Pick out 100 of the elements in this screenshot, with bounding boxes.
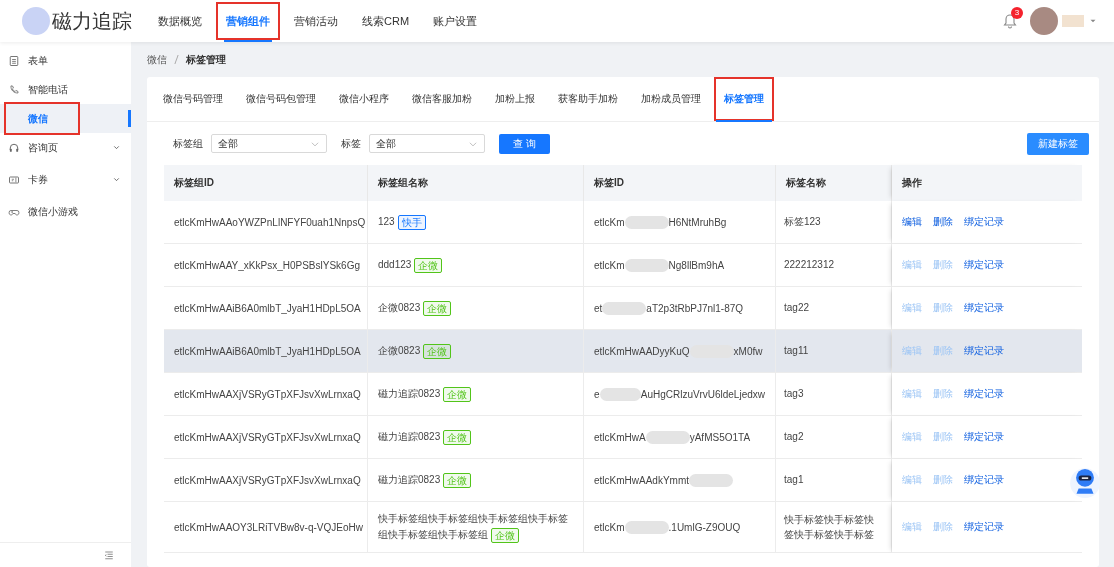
table-cell: etlcKmHwAADyyKuQ	[594, 345, 690, 357]
select-field[interactable]: 全部	[369, 134, 485, 153]
notification-count: 3	[1011, 7, 1023, 19]
user-avatar[interactable]	[1030, 7, 1058, 35]
table-cell-text: 标签123	[784, 215, 821, 230]
table-cell: etlcKm	[594, 216, 625, 228]
table-cell: e	[594, 388, 600, 400]
table-cell: AuHgCRlzuVrvU6ldeLjedxw	[640, 388, 765, 400]
table-cell: etlcKmHwAAXjVSRyGTpXFJsvXwLrnxaQ	[174, 431, 361, 443]
breadcrumb-item[interactable]: 微信	[147, 52, 167, 67]
table-cell: 123 快手	[378, 214, 426, 230]
action-link[interactable]: 绑定记录	[964, 473, 1004, 487]
platform-tag: 企微	[414, 257, 443, 273]
headset-icon	[8, 141, 20, 154]
column-header: 操作	[892, 165, 1082, 201]
tab[interactable]: 加粉上报	[485, 77, 545, 121]
phone-icon	[8, 83, 20, 96]
action-link[interactable]: 绑定记录	[964, 258, 1004, 272]
table-cell: etlcKmHwAAiB6A0mlbT_JyaH1HDpL5OA	[174, 302, 361, 314]
nav-tab[interactable]: 营销活动	[282, 0, 350, 42]
sidebar-group[interactable]: 咨询页	[0, 133, 131, 162]
table-cell: etlcKm	[594, 521, 625, 533]
filter-label: 标签组	[173, 136, 203, 151]
table-cell: H6NtMruhBg	[668, 216, 727, 228]
form-icon	[8, 54, 20, 67]
tab[interactable]: 标签管理	[714, 77, 774, 121]
action-link[interactable]: 绑定记录	[964, 301, 1004, 315]
user-name-placeholder	[1062, 15, 1084, 27]
tab[interactable]: 微信号码管理	[153, 77, 233, 121]
action-link[interactable]: 绑定记录	[964, 430, 1004, 444]
nav-tab[interactable]: 账户设置	[421, 0, 490, 42]
table-cell: etlcKmHwAAoYWZPnLlNFYF0uah1NnpsQ	[174, 216, 366, 228]
platform-tag: 快手	[397, 214, 426, 230]
table-cell: .1UmlG-Z9OUQ	[668, 521, 741, 533]
tab[interactable]: 微信号码包管理	[236, 77, 326, 121]
blurred-text	[689, 473, 733, 487]
nav-tab[interactable]: 数据概览	[146, 0, 214, 42]
column-header: 标签名称	[776, 165, 892, 201]
table-cell: 磁力追踪0823 企微	[378, 429, 472, 445]
action-link[interactable]: 绑定记录	[964, 344, 1004, 358]
table-cell: yAfMS5O1TA	[689, 431, 751, 443]
table-cell: etlcKmHwAAiB6A0mlbT_JyaH1HDpL5OA	[174, 345, 361, 357]
table-cell: ddd123 企微	[378, 257, 443, 273]
table-cell: etlcKmHwAAdkYmmt	[594, 474, 689, 486]
action-link[interactable]: 绑定记录	[964, 520, 1004, 534]
platform-tag: 企微	[443, 386, 472, 402]
collapse-menu-icon[interactable]	[103, 549, 115, 561]
column-header: 标签ID	[584, 165, 776, 201]
table-cell: etlcKmHwAAXjVSRyGTpXFJsvXwLrnxaQ	[174, 474, 361, 486]
table-cell: aT2p3tRbPJ7nl1-87Q	[646, 302, 744, 314]
blurred-text	[624, 215, 669, 229]
nav-tab[interactable]: 营销组件	[214, 0, 282, 42]
table-cell: Ng8llBm9hA	[668, 259, 725, 271]
blurred-text	[645, 430, 690, 444]
tab[interactable]: 微信客服加粉	[402, 77, 482, 121]
table-cell: 磁力追踪0823 企微	[378, 386, 472, 402]
table-cell: 企微0823 企微	[378, 300, 452, 316]
sidebar-item[interactable]: 智能电话	[0, 75, 131, 104]
query-button[interactable]: 查 询	[499, 133, 550, 154]
tab[interactable]: 微信小程序	[329, 77, 399, 121]
logo-placeholder	[22, 7, 50, 35]
blurred-text	[624, 258, 669, 272]
table-cell: etlcKmHwA	[594, 431, 646, 443]
filter-label: 标签	[341, 136, 361, 151]
table-cell-text: tag2	[784, 430, 804, 445]
new-tag-button[interactable]: 新建标签	[1027, 132, 1089, 155]
action-link[interactable]: 绑定记录	[964, 387, 1004, 401]
table-cell-text: tag22	[784, 301, 810, 316]
platform-tag: 企微	[443, 472, 472, 488]
platform-tag: 企微	[423, 300, 452, 316]
platform-tag: 企微	[443, 429, 472, 445]
blurred-text	[602, 301, 647, 315]
sidebar-item[interactable]: 微信	[0, 104, 131, 133]
sidebar-group[interactable]: 卡券	[0, 165, 131, 194]
breadcrumb-item: 标签管理	[186, 52, 226, 67]
notification-bell-icon[interactable]	[1002, 13, 1018, 29]
column-header: 标签组名称	[368, 165, 584, 201]
table-cell-text: tag3	[784, 387, 804, 402]
tab[interactable]: 加粉成员管理	[631, 77, 711, 121]
blurred-text	[599, 387, 641, 401]
table-cell: et	[594, 302, 603, 314]
table-cell: etlcKmHwAAOY3LRiTVBw8v-q-VQJEoHw	[174, 521, 363, 533]
table-cell: etlcKm	[594, 259, 625, 271]
table-cell: 企微0823 企微	[378, 343, 452, 359]
action-link[interactable]: 编辑	[902, 215, 922, 229]
table-cell: 磁力追踪0823 企微	[378, 472, 472, 488]
table-cell: etlcKmHwAAY_xKkPsx_H0PSBslYSk6Gg	[174, 259, 360, 271]
platform-tag: 企微	[491, 527, 519, 543]
table-cell-text: 快手标签快手标签快 签快手标签快手标签	[784, 512, 874, 542]
tab[interactable]: 获客助手加粉	[548, 77, 628, 121]
sidebar-item[interactable]: 微信小游戏	[0, 197, 131, 226]
nav-tab[interactable]: 线索CRM	[350, 0, 422, 42]
table-cell-text: 222212312	[784, 258, 835, 273]
sidebar-item[interactable]: 表单	[0, 46, 131, 75]
action-link[interactable]: 删除	[933, 215, 953, 229]
table-cell: etlcKmHwAAXjVSRyGTpXFJsvXwLrnxaQ	[174, 388, 361, 400]
select-field[interactable]: 全部	[211, 134, 327, 153]
action-link[interactable]: 绑定记录	[964, 215, 1004, 229]
table-cell: xM0fw	[733, 345, 763, 357]
blurred-text	[624, 520, 669, 534]
